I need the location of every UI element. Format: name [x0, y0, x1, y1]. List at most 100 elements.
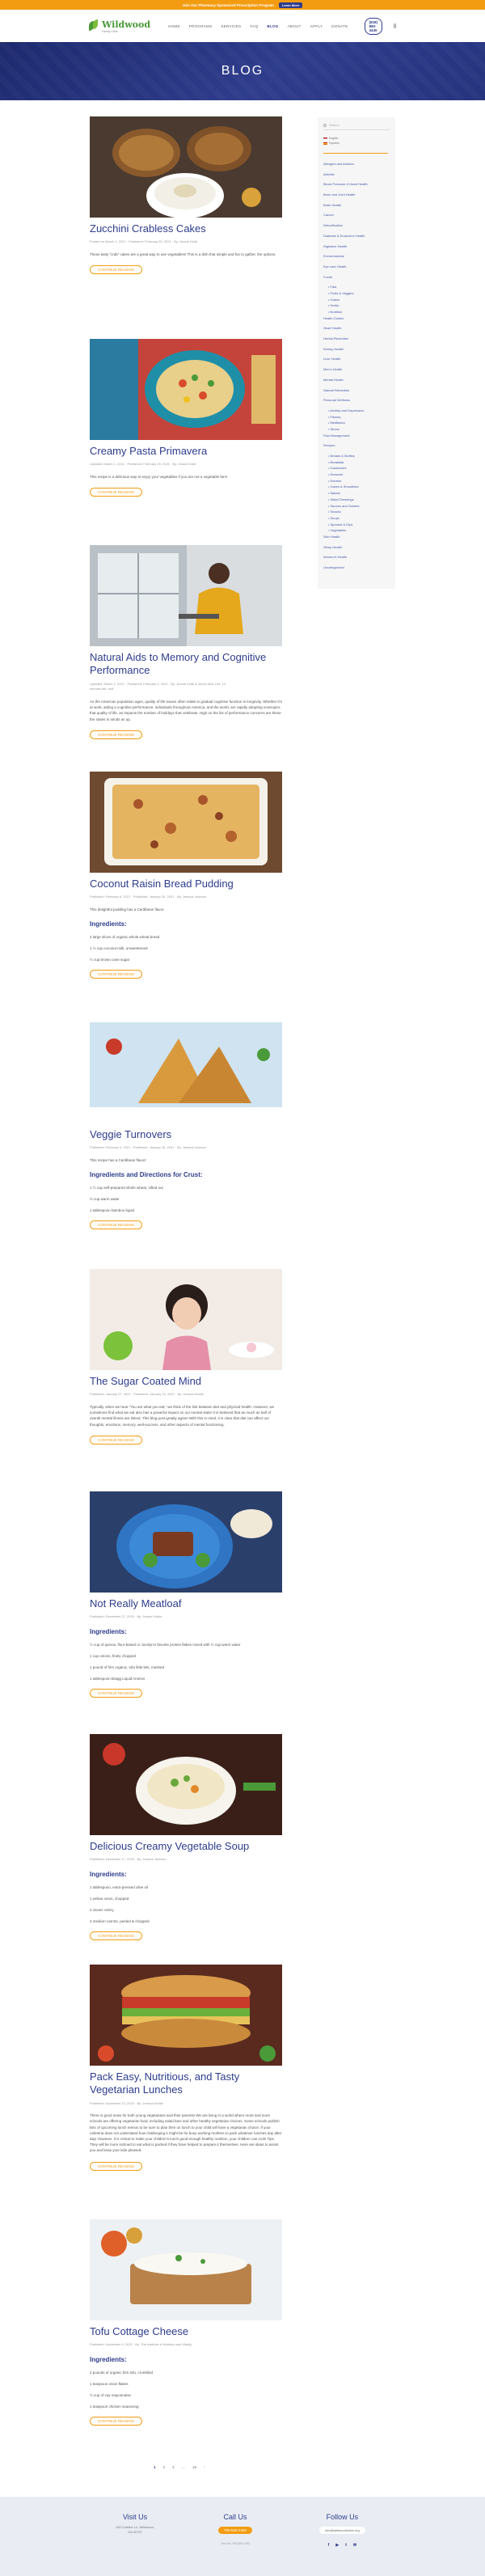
nav-services[interactable]: SERVICES	[221, 24, 241, 28]
sidebar-category-link[interactable]: Mental Health	[323, 378, 390, 382]
continue-reading-button[interactable]: CONTINUE READING	[90, 2161, 143, 2171]
continue-reading-button[interactable]: CONTINUE READING	[90, 970, 143, 979]
sidebar-category-link[interactable]: Bone and Joint Health	[323, 192, 390, 197]
page-link[interactable]: 1	[154, 2465, 156, 2469]
post-title[interactable]: Tofu Cottage Cheese	[90, 2325, 282, 2338]
post-title[interactable]: Zucchini Crabless Cakes	[90, 222, 282, 235]
continue-reading-button[interactable]: CONTINUE READING	[90, 730, 143, 739]
search-icon[interactable]	[394, 23, 396, 28]
nav-blog[interactable]: BLOG	[267, 24, 278, 28]
sidebar-category-link[interactable]: Allergies and Asthma	[323, 162, 390, 166]
sidebar-category-link[interactable]: Brain Health	[323, 203, 390, 207]
post-image-tofu-cottage-cheese[interactable]	[90, 2219, 282, 2320]
post-title[interactable]: Coconut Raisin Bread Pudding	[90, 878, 282, 890]
sidebar-category-link[interactable]: Men’s Health	[323, 367, 390, 371]
sidebar-subcategory-link[interactable]: Fats	[328, 285, 390, 289]
continue-reading-button[interactable]: CONTINUE READING	[90, 1220, 143, 1230]
sidebar-subcategory-link[interactable]: Breads & Muffins	[328, 454, 390, 458]
continue-reading-button[interactable]: CONTINUE READING	[90, 1931, 143, 1941]
post-title[interactable]: Creamy Pasta Primavera	[90, 445, 282, 458]
post-title[interactable]: Not Really Meatloaf	[90, 1597, 282, 1610]
continue-reading-button[interactable]: CONTINUE READING	[90, 265, 143, 275]
sidebar-subcategory-link[interactable]: Anxiety and Depression	[328, 408, 390, 412]
sidebar-category-link[interactable]: Blood Pressure & Heart Health	[323, 182, 390, 186]
sidebar-category-link[interactable]: Sleep Health	[323, 545, 390, 549]
sidebar-subcategory-link[interactable]: Nutrition	[328, 310, 390, 314]
sidebar-subcategory-link[interactable]: Entrees	[328, 479, 390, 483]
facebook-icon[interactable]: f	[328, 2543, 330, 2548]
sidebar-subcategory-link[interactable]: Sauces and Gravies	[328, 504, 390, 508]
nav-about[interactable]: ABOUT	[288, 24, 302, 28]
youtube-icon[interactable]: ▶	[335, 2543, 339, 2548]
post-image-zucchini-cakes[interactable]	[90, 116, 282, 218]
continue-reading-button[interactable]: CONTINUE READING	[90, 1689, 143, 1698]
sidebar-subcategory-link[interactable]: Snacks	[328, 510, 390, 514]
post-title[interactable]: Pack Easy, Nutritious, and Tasty Vegetar…	[90, 2071, 282, 2097]
page-link[interactable]: 18	[192, 2465, 196, 2469]
post-image-veggie-turnovers[interactable]	[90, 1022, 282, 1123]
sidebar-category-link[interactable]: Natural Remedies	[323, 388, 390, 392]
sidebar-category-link[interactable]: Liver Health	[323, 357, 390, 361]
sidebar-category-link[interactable]: Kidney Health	[323, 347, 390, 351]
continue-reading-button[interactable]: CONTINUE READING	[90, 488, 143, 497]
sidebar-category-link[interactable]: Environmental	[323, 254, 390, 258]
sidebar-subcategory-link[interactable]: Herbs	[328, 303, 390, 307]
page-link[interactable]: 2	[163, 2465, 166, 2469]
next-page-icon[interactable]: ›	[204, 2465, 205, 2469]
email-icon[interactable]: ✉	[353, 2543, 356, 2548]
sidebar-category-link[interactable]: Detoxification	[323, 223, 390, 227]
sidebar-subcategory-link[interactable]: Soups	[328, 516, 390, 520]
sidebar-subcategory-link[interactable]: Meditation	[328, 421, 390, 425]
language-english[interactable]: English	[323, 137, 390, 140]
sidebar-subcategory-link[interactable]: Salad Dressings	[328, 497, 390, 501]
sidebar-subcategory-link[interactable]: Vegetables	[328, 528, 390, 532]
post-title[interactable]: Natural Aids to Memory and Cognitive Per…	[90, 651, 282, 678]
continue-reading-button[interactable]: CONTINUE READING	[90, 1435, 143, 1445]
nav-programs[interactable]: PROGRAMS	[189, 24, 213, 28]
sidebar-category-link[interactable]: Uncategorized	[323, 565, 390, 569]
nav-faq[interactable]: FAQ	[250, 24, 258, 28]
sidebar-category-link[interactable]: Cancer	[323, 213, 390, 217]
sidebar-category-link[interactable]: Health Guides	[323, 316, 390, 320]
call-button[interactable]: 706-820-1493	[218, 2527, 253, 2534]
sidebar-subcategory-link[interactable]: Fruits & Veggies	[328, 291, 390, 295]
sidebar-category-link[interactable]: Pain Management	[323, 434, 390, 438]
search-input[interactable]: Search	[329, 123, 340, 127]
post-image-pasta-primavera[interactable]	[90, 339, 282, 440]
post-image-not-really-meatloaf[interactable]	[90, 1491, 282, 1593]
post-image-bread-pudding[interactable]	[90, 772, 282, 873]
language-spanish[interactable]: Español	[323, 142, 390, 145]
sidebar-category-link[interactable]: Women’s Health	[323, 555, 390, 559]
sidebar-category-link[interactable]: Skin Health	[323, 535, 390, 539]
footer-email[interactable]: info@wildwoodclinic.org	[319, 2527, 365, 2534]
learn-more-link[interactable]: Learn More	[278, 2, 303, 8]
post-title[interactable]: Delicious Creamy Vegetable Soup	[90, 1840, 282, 1853]
post-image-memory-cognitive[interactable]	[90, 545, 282, 646]
nav-home[interactable]: HOME	[168, 24, 180, 28]
post-title[interactable]: Veggie Turnovers	[90, 1128, 282, 1141]
sidebar-category-link[interactable]: Eye care Health	[323, 264, 390, 269]
nav-donate[interactable]: DONATE	[331, 24, 348, 28]
sidebar-subcategory-link[interactable]: Spreads & Dips	[328, 522, 390, 527]
sidebar-subcategory-link[interactable]: Juices & Smoothies	[328, 484, 390, 489]
post-image-sugar-coated-mind[interactable]	[90, 1269, 282, 1370]
sidebar-search[interactable]: Search	[323, 121, 390, 130]
sidebar-subcategory-link[interactable]: Grains	[328, 298, 390, 302]
sidebar-category-link[interactable]: Heart Health	[323, 326, 390, 330]
sidebar-category-link[interactable]: Herbal Remedies	[323, 336, 390, 341]
sidebar-subcategory-link[interactable]: Casseroles	[328, 466, 390, 470]
page-link[interactable]: 3	[172, 2465, 175, 2469]
nav-apply[interactable]: APPLY	[310, 24, 323, 28]
sidebar-subcategory-link[interactable]: Salads	[328, 491, 390, 495]
sidebar-subcategory-link[interactable]: Stress	[328, 427, 390, 431]
sidebar-category-link[interactable]: Diabetes & Endocrine Health	[323, 234, 390, 238]
phone-button[interactable]: (828) 860-4440	[364, 17, 383, 35]
post-image-vegetable-soup[interactable]	[90, 1734, 282, 1835]
sidebar-subcategory-link[interactable]: Breakfast	[328, 460, 390, 464]
sidebar-category-link[interactable]: Foods	[323, 275, 390, 279]
continue-reading-button[interactable]: CONTINUE READING	[90, 2417, 143, 2426]
sidebar-category-link[interactable]: Personal Wellness	[323, 398, 390, 402]
twitter-icon[interactable]: t	[345, 2543, 347, 2548]
post-image-vegetarian-lunches[interactable]	[90, 1965, 282, 2066]
sidebar-category-link[interactable]: Arthritis	[323, 172, 390, 176]
